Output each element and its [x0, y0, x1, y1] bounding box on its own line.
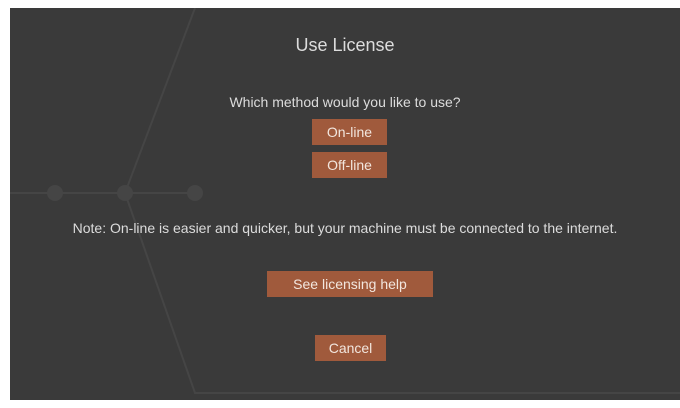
- cancel-button[interactable]: Cancel: [315, 335, 386, 361]
- licensing-help-button[interactable]: See licensing help: [267, 271, 433, 297]
- note-text: Note: On-line is easier and quicker, but…: [72, 220, 618, 236]
- online-button[interactable]: On-line: [312, 119, 387, 145]
- method-question: Which method would you like to use?: [229, 94, 461, 110]
- dialog-title: Use License: [295, 35, 395, 55]
- offline-button[interactable]: Off-line: [312, 152, 387, 178]
- use-license-dialog: Use License Which method would you like …: [10, 8, 680, 400]
